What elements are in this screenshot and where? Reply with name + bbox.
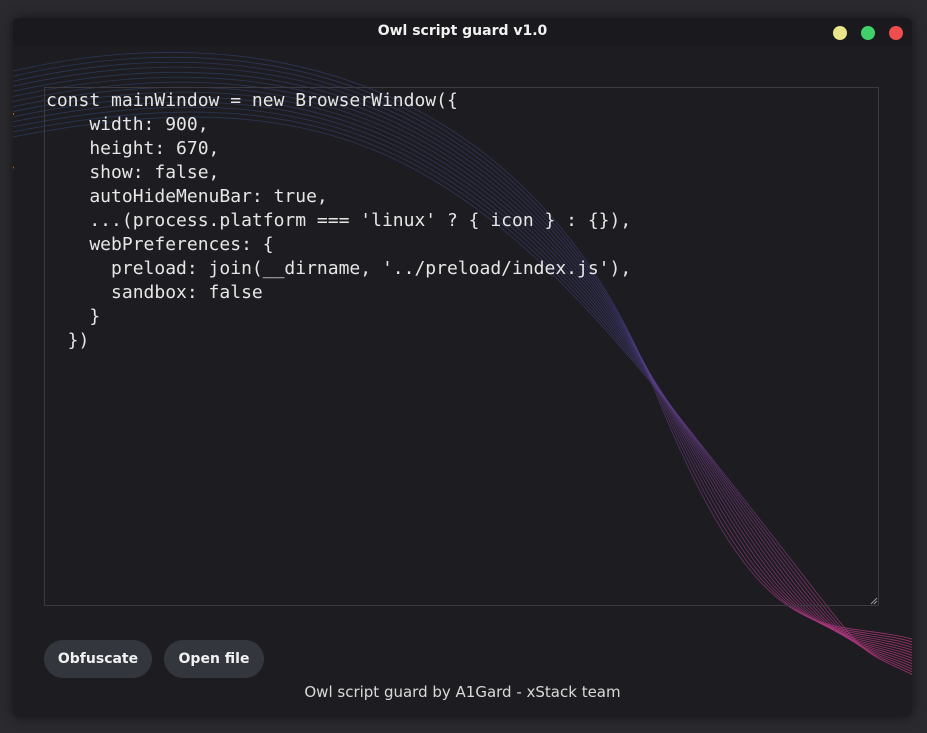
close-button[interactable] [889, 26, 903, 40]
resize-grip-icon[interactable] [870, 597, 878, 605]
accent-streak [13, 166, 15, 172]
app-window: Owl script guard v1.0 const mainWindow =… [13, 18, 912, 717]
obfuscate-button[interactable]: Obfuscate [44, 640, 152, 678]
code-editor-textarea[interactable]: const mainWindow = new BrowserWindow({ w… [44, 87, 879, 606]
accent-streak [13, 113, 14, 115]
footer-credit: Owl script guard by A1Gard - xStack team [304, 683, 621, 701]
minimize-button[interactable] [833, 26, 847, 40]
title-bar[interactable]: Owl script guard v1.0 [13, 18, 912, 46]
open-file-button[interactable]: Open file [164, 640, 264, 678]
maximize-button[interactable] [861, 26, 875, 40]
window-title: Owl script guard v1.0 [377, 23, 548, 39]
